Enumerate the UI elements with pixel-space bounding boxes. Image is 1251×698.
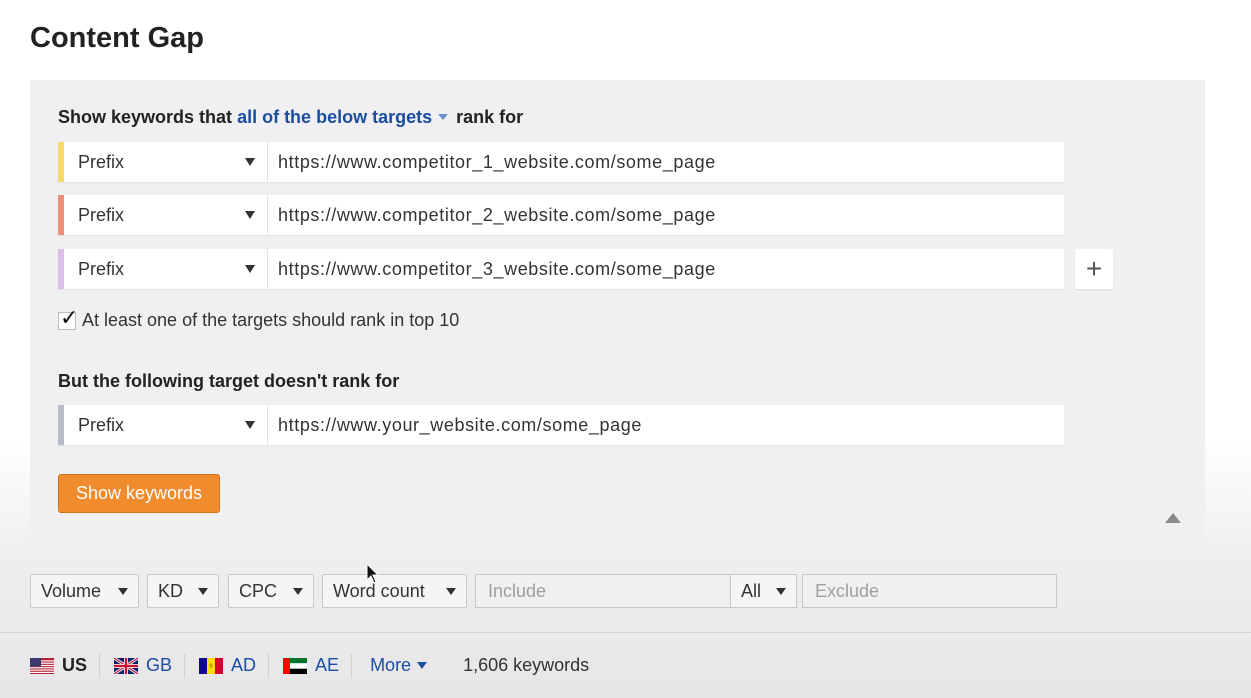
show-keywords-button[interactable]: Show keywords bbox=[58, 474, 220, 513]
country-code[interactable]: GB bbox=[146, 655, 172, 676]
us-flag-icon bbox=[30, 657, 54, 674]
targets-heading: Show keywords that all of the below targ… bbox=[58, 107, 523, 128]
target-row-2: Prefix https://www.competitor_2_website.… bbox=[58, 195, 1064, 235]
chevron-down-icon[interactable] bbox=[245, 421, 255, 429]
chevron-down-icon[interactable] bbox=[245, 158, 255, 166]
country-code[interactable]: US bbox=[62, 655, 87, 676]
more-countries-dropdown[interactable]: More bbox=[370, 655, 428, 676]
country-ad[interactable]: AD bbox=[199, 653, 270, 678]
chevron-down-icon[interactable] bbox=[776, 588, 786, 595]
collapse-triangle-icon[interactable] bbox=[1165, 513, 1181, 523]
target-3-mode-select[interactable]: Prefix bbox=[64, 249, 268, 289]
target-2-mode-select[interactable]: Prefix bbox=[64, 195, 268, 235]
country-bar: US GB AD AE More 1,606 keywords bbox=[0, 632, 1251, 698]
target-1-url-input[interactable]: https://www.competitor_1_website.com/som… bbox=[268, 142, 1064, 182]
chevron-down-icon[interactable] bbox=[446, 588, 456, 595]
filter-label: All bbox=[741, 580, 762, 601]
top10-checkbox[interactable]: ✓ bbox=[58, 305, 78, 330]
filter-label: CPC bbox=[239, 580, 278, 601]
exclude-heading: But the following target doesn't rank fo… bbox=[58, 371, 400, 391]
country-gb[interactable]: GB bbox=[114, 653, 186, 678]
country-us[interactable]: US bbox=[30, 653, 101, 678]
cpc-filter[interactable]: CPC bbox=[228, 574, 314, 608]
mode-label: Prefix bbox=[78, 414, 125, 435]
content-gap-panel: Show keywords that all of the below targ… bbox=[30, 80, 1205, 545]
country-code[interactable]: AD bbox=[231, 655, 256, 676]
country-ae[interactable]: AE bbox=[283, 653, 353, 678]
target-row-1: Prefix https://www.competitor_1_website.… bbox=[58, 142, 1064, 182]
add-target-button[interactable]: + bbox=[1075, 249, 1113, 289]
caret-down-icon[interactable] bbox=[438, 114, 449, 121]
volume-filter[interactable]: Volume bbox=[30, 574, 139, 608]
caret-down-icon[interactable] bbox=[417, 662, 428, 669]
targets-mode-dropdown[interactable]: all of the below targets bbox=[237, 107, 456, 127]
exclude-target-mode-select[interactable]: Prefix bbox=[64, 405, 268, 445]
mouse-cursor-icon bbox=[366, 563, 380, 584]
mode-label: Prefix bbox=[78, 204, 125, 225]
top10-label[interactable]: At least one of the targets should rank … bbox=[82, 310, 459, 331]
chevron-down-icon[interactable] bbox=[293, 588, 303, 595]
exclude-target-row: Prefix https://www.your_website.com/some… bbox=[58, 405, 1064, 445]
country-code[interactable]: AE bbox=[315, 655, 339, 676]
chevron-down-icon[interactable] bbox=[118, 588, 128, 595]
exclude-target-url-input[interactable]: https://www.your_website.com/some_page bbox=[268, 405, 1064, 445]
target-row-3: Prefix https://www.competitor_3_website.… bbox=[58, 249, 1064, 289]
gb-flag-icon bbox=[114, 657, 139, 674]
chevron-down-icon[interactable] bbox=[245, 211, 255, 219]
word-count-filter[interactable]: Word count bbox=[322, 574, 467, 608]
include-mode-select[interactable]: All bbox=[730, 574, 797, 608]
more-label[interactable]: More bbox=[370, 655, 411, 676]
top10-option[interactable]: ✓ At least one of the targets should ran… bbox=[58, 305, 459, 331]
target-2-url-input[interactable]: https://www.competitor_2_website.com/som… bbox=[268, 195, 1064, 235]
chevron-down-icon[interactable] bbox=[198, 588, 208, 595]
heading-suffix: rank for bbox=[456, 107, 524, 127]
filter-label: KD bbox=[158, 580, 184, 601]
ad-flag-icon bbox=[199, 657, 224, 674]
exclude-input[interactable]: Exclude bbox=[802, 574, 1057, 608]
heading-prefix: Show keywords that bbox=[58, 107, 233, 127]
mode-label: Prefix bbox=[78, 258, 125, 279]
keyword-count: 1,606 keywords bbox=[463, 655, 590, 675]
include-input[interactable]: Include bbox=[475, 574, 731, 608]
plus-icon[interactable]: + bbox=[1086, 253, 1102, 285]
ae-flag-icon bbox=[283, 657, 308, 674]
target-3-url-input[interactable]: https://www.competitor_3_website.com/som… bbox=[268, 249, 1064, 289]
filter-label: Volume bbox=[41, 580, 102, 601]
mode-label: Prefix bbox=[78, 151, 125, 172]
target-1-mode-select[interactable]: Prefix bbox=[64, 142, 268, 182]
chevron-down-icon[interactable] bbox=[245, 265, 255, 273]
targets-mode-label[interactable]: all of the below targets bbox=[237, 107, 432, 127]
kd-filter[interactable]: KD bbox=[147, 574, 219, 608]
checkmark-icon: ✓ bbox=[60, 304, 79, 330]
page-title: Content Gap bbox=[30, 22, 204, 54]
